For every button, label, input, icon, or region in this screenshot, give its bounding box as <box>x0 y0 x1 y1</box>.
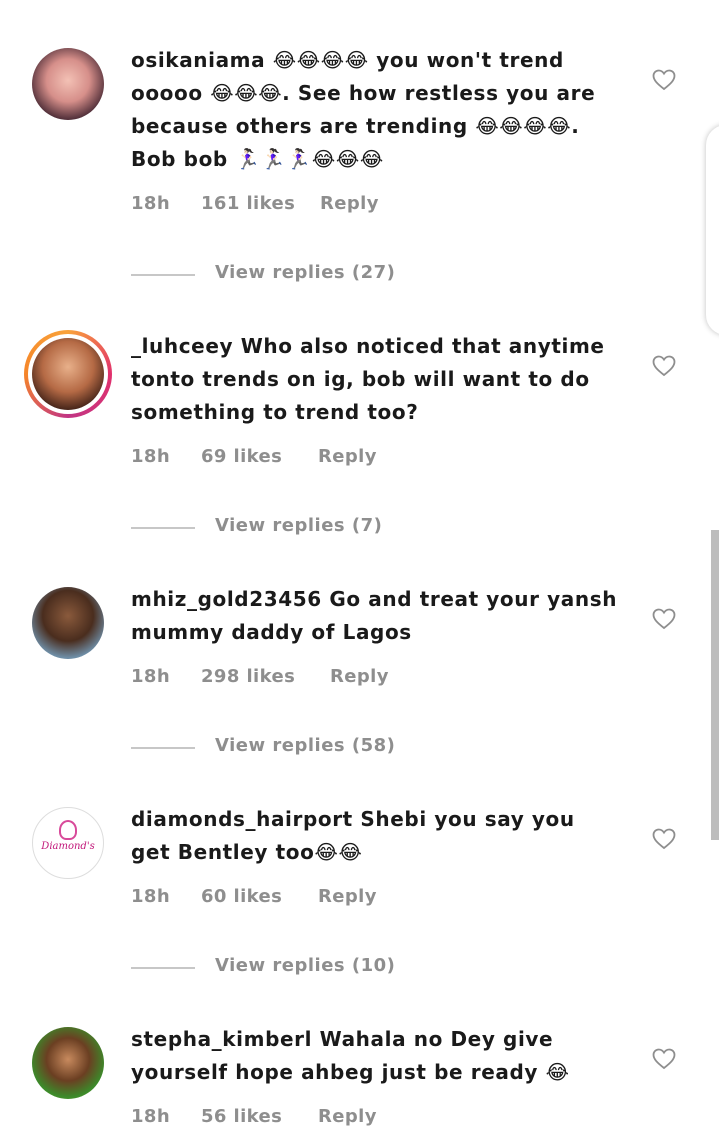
reply-button[interactable]: Reply <box>318 1106 377 1127</box>
comment-text: _luhceey Who also noticed that anytime t… <box>131 330 621 429</box>
avatar[interactable]: Diamond's <box>32 807 104 879</box>
divider <box>131 527 195 529</box>
avatar[interactable] <box>32 1027 104 1099</box>
like-count[interactable]: 60 likes <box>201 886 282 907</box>
comment-username[interactable]: diamonds_hairport <box>131 807 353 831</box>
comment-time: 18h <box>131 193 171 214</box>
heart-icon[interactable] <box>652 69 676 91</box>
comment-text: mhiz_gold23456 Go and treat your yansh m… <box>131 583 621 649</box>
reply-button[interactable]: Reply <box>318 886 377 907</box>
view-replies-label[interactable]: View replies (7) <box>215 515 382 536</box>
like-count[interactable]: 298 likes <box>201 666 295 687</box>
heart-icon[interactable] <box>652 1048 676 1070</box>
heart-icon[interactable] <box>652 355 676 377</box>
avatar-logo-mark <box>59 820 77 840</box>
avatar[interactable] <box>32 48 104 120</box>
reply-button[interactable]: Reply <box>320 193 379 214</box>
like-count[interactable]: 56 likes <box>201 1106 282 1127</box>
comment-text: osikaniama 😂😂😂😂 you won't trend ooooo 😂😂… <box>131 44 621 176</box>
like-count[interactable]: 161 likes <box>201 193 295 214</box>
edge-panel-handle[interactable] <box>706 125 719 335</box>
heart-icon[interactable] <box>652 608 676 630</box>
avatar <box>32 338 104 410</box>
view-replies-label[interactable]: View replies (58) <box>215 735 395 756</box>
view-replies[interactable]: View replies (27) <box>131 262 531 284</box>
view-replies-label[interactable]: View replies (10) <box>215 955 395 976</box>
comment-time: 18h <box>131 1106 171 1127</box>
scrollbar[interactable] <box>711 530 719 840</box>
comment-text: stepha_kimberl Wahala no Dey give yourse… <box>131 1023 621 1089</box>
avatar-story-ring[interactable] <box>24 330 112 418</box>
comment-username[interactable]: stepha_kimberl <box>131 1027 312 1051</box>
comment-username[interactable]: mhiz_gold23456 <box>131 587 322 611</box>
reply-button[interactable]: Reply <box>330 666 389 687</box>
avatar-logo-text: Diamond's <box>41 841 95 852</box>
view-replies[interactable]: View replies (10) <box>131 955 531 977</box>
view-replies[interactable]: View replies (7) <box>131 515 531 537</box>
view-replies[interactable]: View replies (58) <box>131 735 531 757</box>
view-replies-label[interactable]: View replies (27) <box>215 262 395 283</box>
heart-icon[interactable] <box>652 828 676 850</box>
divider <box>131 274 195 276</box>
divider <box>131 747 195 749</box>
comment-username[interactable]: _luhceey <box>131 334 233 358</box>
like-count[interactable]: 69 likes <box>201 446 282 467</box>
comment-text: diamonds_hairport Shebi you say you get … <box>131 803 621 869</box>
comment-time: 18h <box>131 886 171 907</box>
comment-username[interactable]: osikaniama <box>131 48 265 72</box>
comment-time: 18h <box>131 666 171 687</box>
comment-time: 18h <box>131 446 171 467</box>
divider <box>131 967 195 969</box>
avatar[interactable] <box>32 587 104 659</box>
reply-button[interactable]: Reply <box>318 446 377 467</box>
